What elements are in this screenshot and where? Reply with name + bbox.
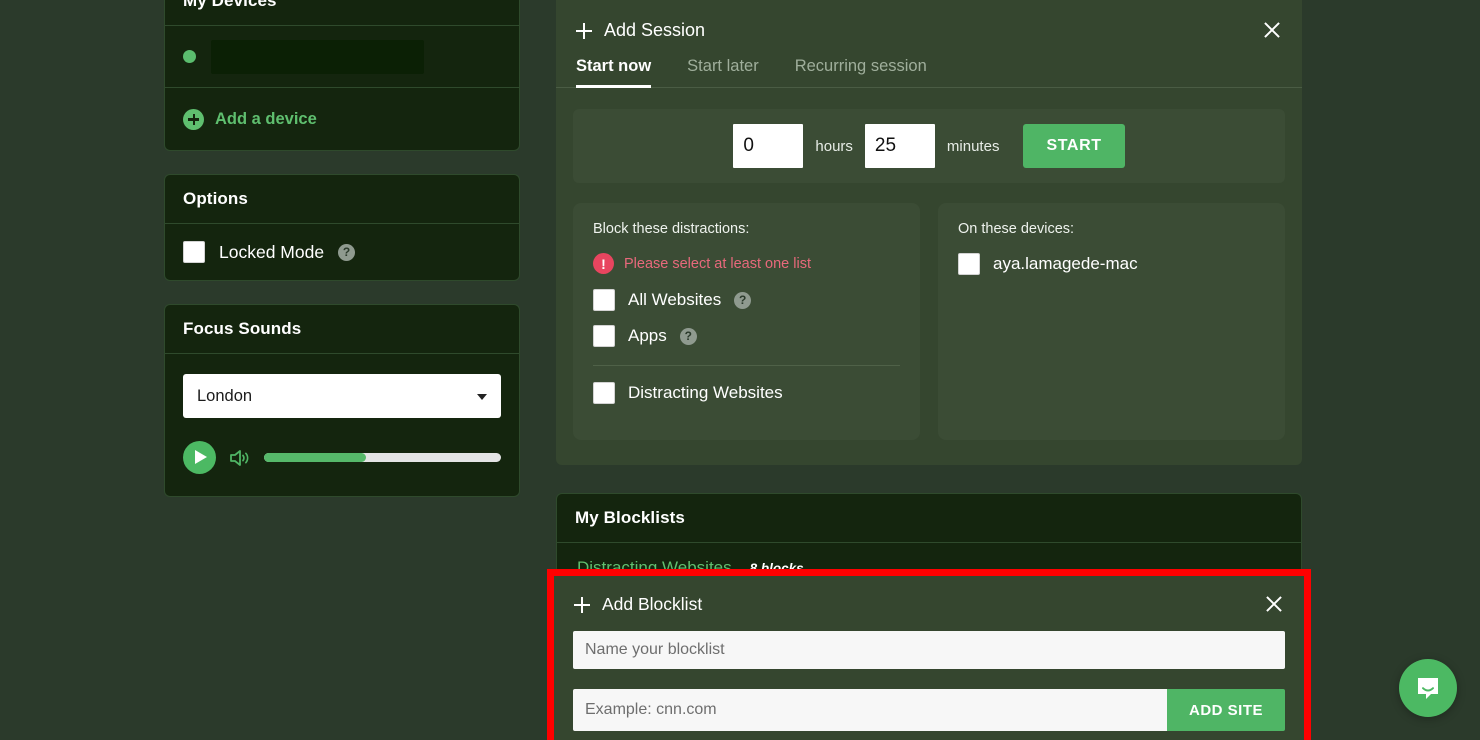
panel-divider <box>593 365 900 366</box>
add-blocklist-body: ADD SITE <box>554 615 1304 731</box>
blocklist-count: 8 blocks <box>749 560 804 576</box>
add-session-card: Add Session Start now Start later Recurr… <box>556 0 1302 465</box>
device-name-redacted <box>211 39 424 74</box>
focus-sounds-title: Focus Sounds <box>165 305 519 354</box>
close-icon[interactable] <box>1264 594 1284 614</box>
sound-select-value: London <box>197 386 253 405</box>
sound-select[interactable]: London <box>183 374 501 418</box>
left-column: My Devices Add a device Options Locked M… <box>164 0 520 497</box>
add-site-button[interactable]: ADD SITE <box>1166 689 1285 731</box>
device-checkbox-row: aya.lamagede-mac <box>958 253 1265 275</box>
add-a-device-button[interactable]: Add a device <box>165 88 519 150</box>
locked-mode-checkbox[interactable] <box>183 241 205 263</box>
device-label: aya.lamagede-mac <box>993 254 1138 273</box>
all-websites-label: All Websites <box>628 290 722 309</box>
all-websites-help-icon[interactable]: ? <box>734 291 752 309</box>
plus-icon <box>576 22 592 39</box>
volume-slider[interactable] <box>264 453 501 462</box>
apps-row: Apps ? <box>593 325 900 347</box>
locked-mode-help-icon[interactable]: ? <box>338 243 356 261</box>
apps-checkbox[interactable] <box>593 325 615 347</box>
locked-mode-row: Locked Mode ? <box>165 224 519 280</box>
validation-error-text: Please select at least one list <box>624 255 811 272</box>
all-websites-row: All Websites ? <box>593 289 900 311</box>
validation-error: ! Please select at least one list <box>593 253 900 274</box>
device-checkbox[interactable] <box>958 253 980 275</box>
volume-slider-fill <box>264 453 366 462</box>
all-websites-checkbox[interactable] <box>593 289 615 311</box>
blocklist-name-input[interactable] <box>573 631 1285 669</box>
distracting-websites-row: Distracting Websites <box>593 382 900 404</box>
sound-player-row <box>183 441 501 474</box>
add-a-device-label: Add a device <box>215 109 317 128</box>
session-tabs: Start now Start later Recurring session <box>556 57 1302 88</box>
add-session-header: Add Session <box>556 0 1302 41</box>
on-these-devices-panel: On these devices: aya.lamagede-mac <box>938 203 1285 440</box>
hours-input[interactable] <box>733 124 804 168</box>
volume-icon[interactable] <box>229 448 251 468</box>
close-icon[interactable] <box>1262 20 1282 40</box>
my-blocklists-title: My Blocklists <box>557 494 1301 543</box>
blocklist-name[interactable]: Distracting Websites <box>577 558 732 578</box>
app-page: My Devices Add a device Options Locked M… <box>0 0 1480 740</box>
apps-label: Apps <box>628 326 667 345</box>
block-distractions-panel: Block these distractions: ! Please selec… <box>573 203 920 440</box>
tab-start-later[interactable]: Start later <box>687 57 759 87</box>
plus-icon <box>574 596 590 613</box>
locked-mode-label: Locked Mode <box>219 241 325 262</box>
right-column: Add Session Start now Start later Recurr… <box>556 0 1302 594</box>
minutes-unit-label: minutes <box>946 137 1000 155</box>
timer-controls: hours minutes START <box>573 109 1285 183</box>
session-options-row: Block these distractions: ! Please selec… <box>556 183 1302 465</box>
hours-unit-label: hours <box>815 137 853 155</box>
focus-sounds-body: London <box>165 354 519 496</box>
device-row[interactable] <box>165 26 519 88</box>
play-icon[interactable] <box>183 441 216 474</box>
distracting-websites-label: Distracting Websites <box>628 383 783 402</box>
plus-circle-icon <box>183 108 204 130</box>
my-devices-title: My Devices <box>165 0 519 26</box>
tab-start-now[interactable]: Start now <box>576 57 652 88</box>
add-blocklist-panel: Add Blocklist ADD SITE <box>554 576 1304 740</box>
focus-sounds-card: Focus Sounds London <box>164 304 520 497</box>
options-card: Options Locked Mode ? <box>164 174 520 281</box>
add-blocklist-header: Add Blocklist <box>554 576 1304 615</box>
start-button[interactable]: START <box>1023 124 1125 168</box>
add-blocklist-title: Add Blocklist <box>602 594 703 614</box>
apps-help-icon[interactable]: ? <box>679 327 697 345</box>
block-distractions-title: Block these distractions: <box>593 221 750 237</box>
chevron-down-icon <box>477 394 487 400</box>
distracting-websites-checkbox[interactable] <box>593 382 615 404</box>
site-url-input[interactable] <box>573 689 1167 731</box>
chat-bubble-smile-icon <box>1418 678 1438 699</box>
add-site-row: ADD SITE <box>573 689 1285 731</box>
error-icon: ! <box>593 253 614 274</box>
add-session-title: Add Session <box>604 20 706 40</box>
device-online-status-icon <box>183 50 196 63</box>
intercom-launcher-button[interactable] <box>1399 659 1457 717</box>
tab-recurring-session[interactable]: Recurring session <box>795 57 927 87</box>
options-title: Options <box>165 175 519 224</box>
minutes-input[interactable] <box>864 124 935 168</box>
on-these-devices-title: On these devices: <box>958 221 1075 237</box>
my-devices-card: My Devices Add a device <box>164 0 520 151</box>
